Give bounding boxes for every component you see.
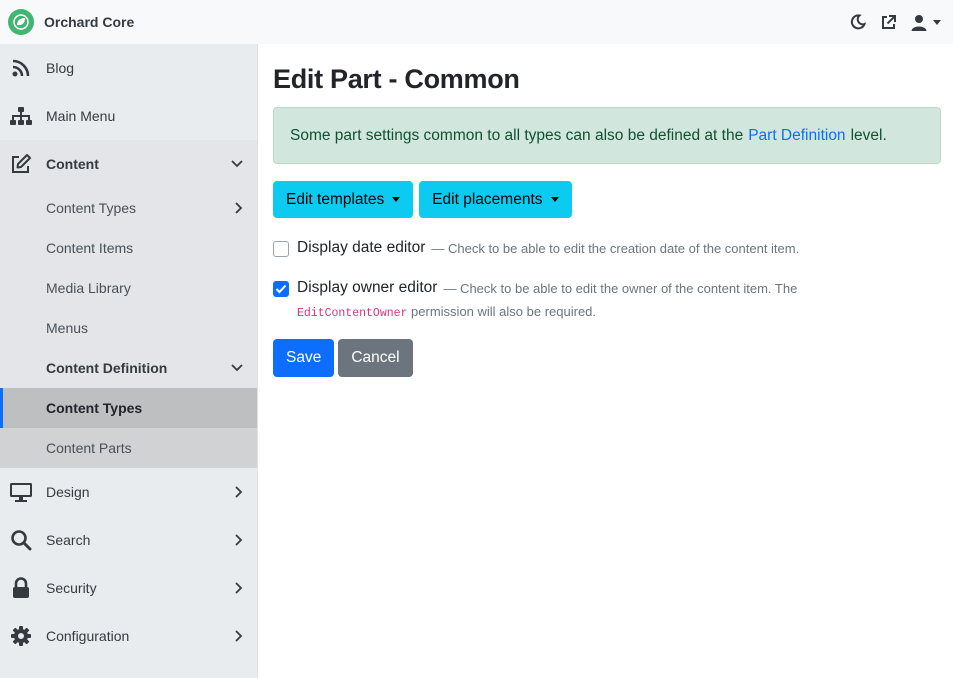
edit-placements-label: Edit placements <box>432 190 543 208</box>
sidebar-subitem-label: Content Items <box>46 240 134 256</box>
form-actions: Save Cancel <box>273 339 413 377</box>
caret-down-icon <box>550 197 559 202</box>
owner-editor-hint2: permission will also be required. <box>411 304 597 319</box>
main-content: Edit Part - Common Some part settings co… <box>258 44 953 678</box>
sidebar-item-label: Content <box>46 156 99 172</box>
date-editor-hint: — Check to be able to edit the creation … <box>431 241 800 256</box>
sidebar-item-content[interactable]: Content <box>0 140 257 188</box>
chevron-right-icon <box>235 630 243 642</box>
user-icon <box>911 14 927 31</box>
desktop-icon <box>8 479 34 505</box>
owner-editor-checkbox[interactable] <box>273 281 289 297</box>
info-alert: Some part settings common to all types c… <box>273 107 941 164</box>
external-link-icon[interactable] <box>880 14 897 31</box>
owner-editor-option: Display owner editor — Check to be able … <box>273 279 797 297</box>
chevron-right-icon <box>235 582 243 594</box>
cancel-button[interactable]: Cancel <box>338 339 413 377</box>
alert-text: Some part settings common to all types c… <box>290 126 744 144</box>
sidebar-subitem-content-definition[interactable]: Content Definition <box>0 348 257 388</box>
sitemap-icon <box>8 103 34 129</box>
sidebar-subitem-menus[interactable]: Menus <box>0 308 257 348</box>
orchard-logo-icon <box>8 9 34 35</box>
permission-code: EditContentOwner <box>297 307 408 320</box>
date-editor-label[interactable]: Display date editor <box>297 239 425 257</box>
sidebar-subitem-def-content-parts[interactable]: Content Parts <box>0 428 257 468</box>
rss-icon <box>8 55 34 81</box>
caret-down-icon <box>392 197 401 202</box>
part-definition-link[interactable]: Part Definition <box>748 127 845 145</box>
chevron-down-icon <box>231 160 243 168</box>
alert-text-suffix: level. <box>850 126 887 144</box>
template-actions: Edit templates Edit placements <box>273 181 572 218</box>
date-editor-option: Display date editor — Check to be able t… <box>273 239 799 257</box>
owner-editor-label[interactable]: Display owner editor <box>297 279 437 297</box>
edit-templates-button[interactable]: Edit templates <box>273 181 414 218</box>
sidebar-item-configuration[interactable]: Configuration <box>0 612 257 660</box>
sidebar-subitem-label: Content Definition <box>46 360 168 376</box>
sidebar-item-main-menu[interactable]: Main Menu <box>0 92 257 140</box>
user-menu[interactable] <box>911 14 941 31</box>
caret-down-icon <box>933 19 941 25</box>
edit-placements-button[interactable]: Edit placements <box>419 181 572 218</box>
save-button[interactable]: Save <box>273 339 335 377</box>
sidebar-subitem-label: Menus <box>46 320 89 336</box>
sidebar-item-label: Design <box>46 484 90 500</box>
page-title: Edit Part - Common <box>273 64 520 94</box>
sidebar: Blog Main Menu Content Content Types Con… <box>0 44 258 678</box>
chevron-right-icon <box>235 486 243 498</box>
owner-editor-hint: — Check to be able to edit the owner of … <box>443 281 798 296</box>
moon-icon[interactable] <box>850 14 866 30</box>
checkmark-icon <box>275 284 287 294</box>
top-navbar: Orchard Core <box>0 0 953 44</box>
owner-editor-hint-line2: EditContentOwner permission will also be… <box>297 304 596 320</box>
sidebar-subitem-media-library[interactable]: Media Library <box>0 268 257 308</box>
sidebar-item-label: Main Menu <box>46 108 116 124</box>
sidebar-subitem-label: Media Library <box>46 280 131 296</box>
sidebar-item-label: Blog <box>46 60 75 76</box>
sidebar-item-label: Security <box>46 580 97 596</box>
chevron-down-icon <box>231 364 243 372</box>
edit-icon <box>8 151 34 177</box>
cog-icon <box>8 623 34 649</box>
chevron-right-icon <box>235 202 243 214</box>
content-section: Content Content Types Content Items Medi… <box>0 140 257 468</box>
content-definition-submenu: Content Types Content Parts <box>0 388 257 468</box>
edit-templates-label: Edit templates <box>286 190 385 208</box>
app-title: Orchard Core <box>44 14 135 30</box>
search-icon <box>8 527 34 553</box>
date-editor-checkbox[interactable] <box>273 241 289 257</box>
sidebar-item-label: Configuration <box>46 628 130 644</box>
sidebar-subitem-content-items[interactable]: Content Items <box>0 228 257 268</box>
lock-icon <box>8 575 34 601</box>
sidebar-item-search[interactable]: Search <box>0 516 257 564</box>
sidebar-subitem-label: Content Parts <box>46 440 132 456</box>
sidebar-item-blog[interactable]: Blog <box>0 44 257 92</box>
sidebar-item-label: Search <box>46 532 91 548</box>
sidebar-subitem-label: Content Types <box>46 400 143 416</box>
chevron-right-icon <box>235 534 243 546</box>
sidebar-subitem-label: Content Types <box>46 200 137 216</box>
sidebar-subitem-content-types[interactable]: Content Types <box>0 188 257 228</box>
sidebar-item-security[interactable]: Security <box>0 564 257 612</box>
sidebar-item-design[interactable]: Design <box>0 468 257 516</box>
sidebar-subitem-def-content-types[interactable]: Content Types <box>0 388 257 428</box>
brand[interactable]: Orchard Core <box>0 0 134 44</box>
